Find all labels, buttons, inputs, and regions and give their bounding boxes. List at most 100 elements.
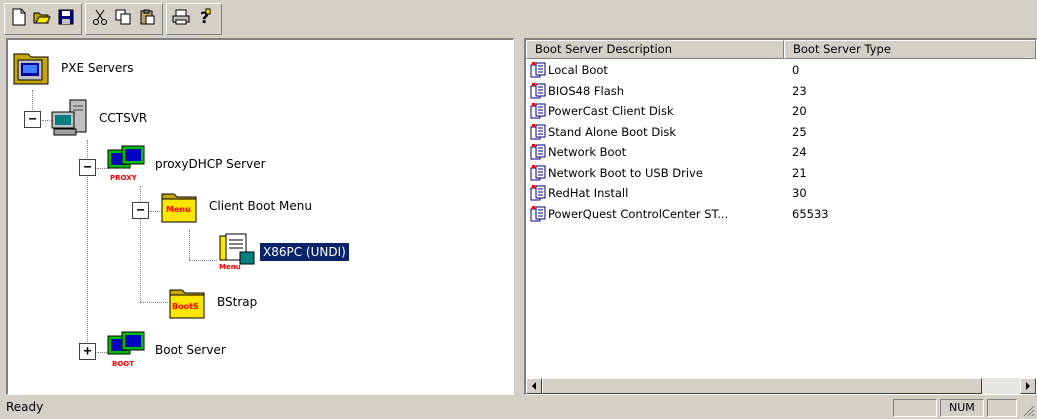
list-row-description: Network Boot [548, 145, 627, 160]
tree-node-pxe-servers[interactable]: PXE Servers [12, 48, 136, 88]
list-row[interactable]: PowerQuest ControlCenter ST... 65533 [526, 204, 984, 225]
collapse-cctsvr-button[interactable]: − [24, 111, 41, 128]
list-row-type: 0 [792, 63, 800, 78]
toolbar: ? [0, 0, 1037, 38]
status-panel-num: NUM [940, 399, 984, 417]
list-row[interactable]: RedHat Install 30 [526, 183, 984, 204]
boot-server-icon: BOOT [106, 330, 146, 370]
paste-icon [140, 9, 155, 25]
scroll-left-button[interactable] [526, 378, 542, 394]
list-row-type: 30 [792, 186, 807, 201]
pxe-servers-icon [12, 48, 52, 88]
save-icon [58, 9, 74, 25]
tree-node-boot-server[interactable]: BOOT Boot Server [106, 330, 229, 370]
status-panel-empty-2 [987, 399, 1017, 417]
boot-server-entry-icon [530, 103, 546, 119]
tree-label-bstrap: BStrap [217, 295, 258, 309]
arrow-left-icon [532, 382, 536, 390]
list-row[interactable]: Stand Alone Boot Disk 25 [526, 122, 984, 143]
tree-node-bstrap[interactable]: BootS BStrap [168, 282, 260, 322]
list-row-description: Stand Alone Boot Disk [548, 124, 677, 139]
tree-label-client-boot-menu: Client Boot Menu [209, 199, 312, 213]
list-row-type: 20 [792, 104, 807, 119]
proxy-dhcp-icon: PROXY [106, 144, 146, 184]
tree-view-pane[interactable]: − − − + PXE Servers CCTSVR PROXY proxyDH… [6, 38, 514, 395]
tree-label-x86pc-undi: X86PC (UNDI) [259, 242, 350, 262]
menu-folder-icon: Menu [160, 186, 200, 226]
pane-splitter[interactable] [514, 38, 524, 395]
scroll-right-button[interactable] [1020, 378, 1036, 394]
tree-node-cctsvr[interactable]: CCTSVR [50, 98, 150, 138]
resize-grip-icon[interactable] [1023, 405, 1035, 417]
cut-button[interactable] [90, 6, 110, 28]
list-row-type: 65533 [792, 206, 829, 221]
server-computer-icon [50, 98, 90, 138]
tree-label-proxydhcp-server: proxyDHCP Server [155, 157, 266, 171]
svg-text:Menu: Menu [166, 205, 191, 214]
new-button[interactable] [9, 6, 29, 28]
cut-icon [93, 9, 107, 25]
list-cell-description: PowerCast Client Disk [526, 103, 784, 119]
boot-server-entry-icon [530, 164, 546, 181]
list-row-type: 24 [792, 145, 807, 160]
status-bar: Ready NUM [0, 397, 1037, 419]
horizontal-scrollbar[interactable] [526, 378, 1036, 394]
list-cell-description: PowerQuest ControlCenter ST... [526, 205, 784, 222]
collapse-menu-button[interactable]: − [132, 202, 149, 219]
list-view-pane[interactable]: Boot Server Description Boot Server Type… [524, 38, 1037, 395]
list-row-description: PowerQuest ControlCenter ST... [548, 206, 729, 221]
help-icon: ? [200, 8, 211, 26]
list-row[interactable]: PowerCast Client Disk 20 [526, 101, 984, 122]
save-button[interactable] [56, 6, 76, 28]
tree-connector [140, 302, 168, 303]
open-button[interactable] [32, 6, 52, 28]
list-row-type: 25 [792, 124, 807, 139]
print-icon [172, 9, 190, 25]
list-row[interactable]: Network Boot to USB Drive 21 [526, 163, 984, 184]
column-header-type[interactable]: Boot Server Type [784, 40, 1036, 59]
list-cell-description: Network Boot [526, 144, 784, 160]
tree-node-proxydhcp-server[interactable]: PROXY proxyDHCP Server [106, 144, 269, 184]
list-cell-description: BIOS48 Flash [526, 82, 784, 99]
print-button[interactable] [171, 6, 191, 28]
svg-text:BootS: BootS [172, 302, 199, 311]
open-icon [33, 12, 51, 24]
list-row-description: Local Boot [548, 63, 608, 78]
list-header: Boot Server Description Boot Server Type [526, 40, 1036, 59]
column-header-description[interactable]: Boot Server Description [526, 40, 784, 59]
tree-connector [189, 230, 190, 260]
svg-text:Menu: Menu [219, 263, 241, 271]
collapse-proxy-button[interactable]: − [79, 159, 96, 176]
list-row[interactable]: BIOS48 Flash 23 [526, 81, 984, 102]
tree-label-cctsvr: CCTSVR [99, 111, 148, 125]
list-cell-description: RedHat Install [526, 185, 784, 201]
copy-icon [115, 9, 131, 25]
list-row-type: 23 [792, 83, 807, 98]
boot-server-entry-icon [530, 62, 546, 78]
help-button[interactable]: ? [195, 6, 215, 28]
list-row-description: PowerCast Client Disk [548, 104, 674, 119]
boot-server-entry-icon [530, 185, 546, 201]
list-cell-description: Network Boot to USB Drive [526, 164, 784, 181]
paste-button[interactable] [137, 6, 157, 28]
list-row[interactable]: Local Boot 0 [526, 60, 984, 81]
list-row-description: RedHat Install [548, 186, 629, 201]
boot-server-entry-icon [530, 82, 546, 99]
boot-server-entry-icon [530, 205, 546, 222]
scrollbar-thumb[interactable] [542, 378, 982, 394]
list-row[interactable]: Network Boot 24 [526, 142, 984, 163]
new-icon [12, 8, 26, 26]
status-text: Ready [6, 400, 44, 414]
tree-node-client-boot-menu[interactable]: Menu Client Boot Menu [160, 186, 315, 226]
list-row-description: Network Boot to USB Drive [548, 165, 703, 180]
tree-label-boot-server: Boot Server [155, 343, 226, 357]
status-panel-empty [893, 399, 937, 417]
expand-boot-server-button[interactable]: + [79, 343, 96, 360]
list-cell-description: Stand Alone Boot Disk [526, 123, 784, 140]
copy-button[interactable] [113, 6, 133, 28]
list-row-description: BIOS48 Flash [548, 83, 625, 98]
list-rows: Local Boot 0 BIOS48 Flash 23 PowerCast Clien… [526, 60, 984, 224]
tree-node-x86pc-undi[interactable]: Menu X86PC (UNDI) [218, 232, 350, 272]
boot-server-entry-icon [530, 144, 546, 160]
bootstrap-folder-icon: BootS [168, 282, 208, 322]
